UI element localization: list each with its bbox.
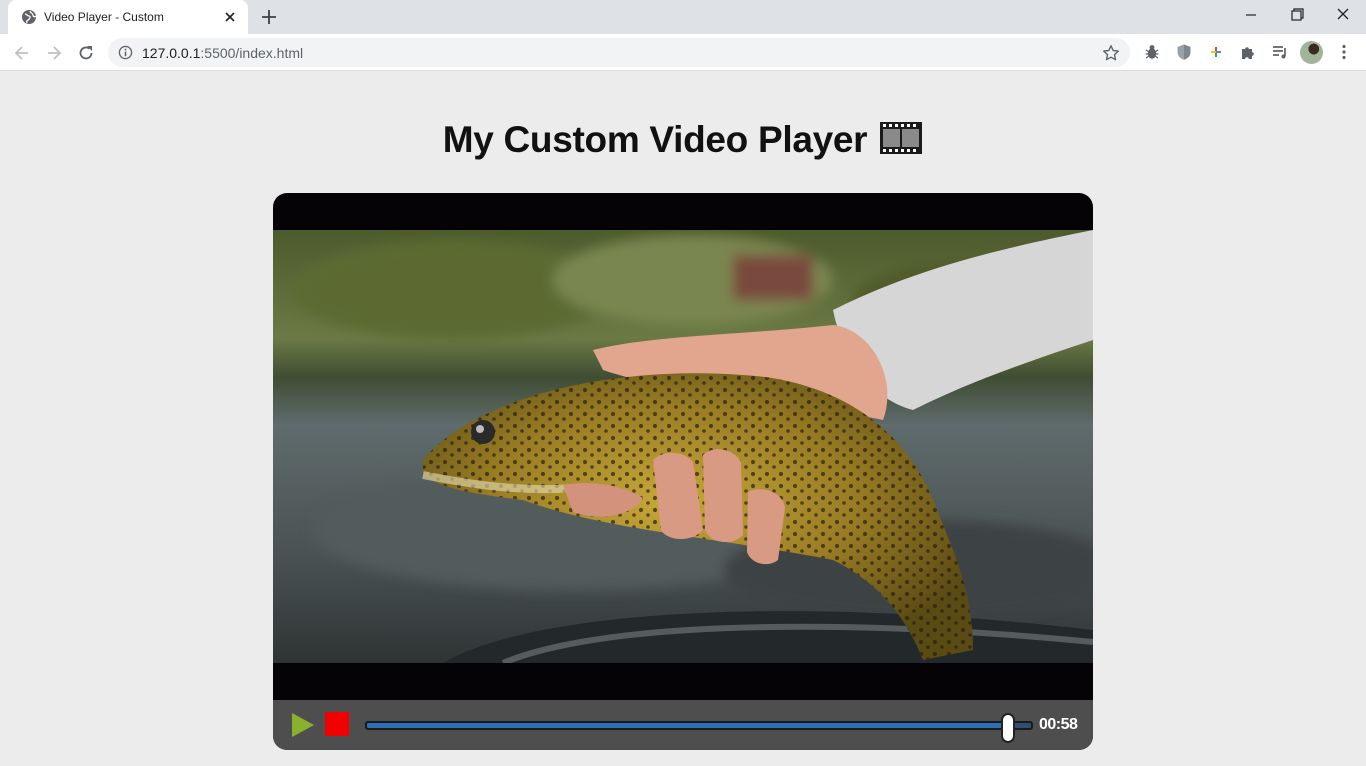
info-icon[interactable]	[118, 45, 133, 60]
tab-strip: Video Player - Custom	[0, 0, 1366, 34]
bug-extension-icon[interactable]	[1143, 43, 1161, 61]
reload-icon[interactable]	[76, 43, 96, 63]
video-player[interactable]: 00:58	[273, 193, 1093, 750]
kebab-menu-icon[interactable]	[1335, 43, 1353, 61]
current-time: 00:58	[1039, 716, 1078, 733]
close-icon[interactable]	[222, 9, 238, 25]
globe-icon	[22, 10, 37, 24]
url-text: 127.0.0.1:5500/index.html	[142, 45, 303, 61]
film-frames-icon	[880, 122, 923, 154]
minimize-icon[interactable]	[1240, 6, 1262, 26]
tab-title: Video Player - Custom	[44, 10, 164, 24]
stop-icon[interactable]	[325, 712, 349, 736]
progress-fill	[367, 723, 1008, 728]
reading-list-icon[interactable]	[1271, 43, 1289, 61]
progress-thumb[interactable]	[1000, 713, 1015, 743]
shield-extension-icon[interactable]	[1175, 43, 1193, 61]
play-icon[interactable]	[291, 712, 315, 738]
window-close-icon[interactable]	[1332, 6, 1354, 26]
video-frame[interactable]	[273, 230, 1093, 663]
address-bar[interactable]: 127.0.0.1:5500/index.html	[108, 38, 1130, 67]
progress-bar[interactable]	[365, 713, 1033, 743]
star-icon[interactable]	[1102, 44, 1120, 62]
puzzle-extensions-icon[interactable]	[1239, 43, 1257, 61]
url-host: 127.0.0.1	[142, 45, 201, 61]
page-title-text: My Custom Video Player	[442, 119, 868, 160]
forward-arrow-icon[interactable]	[44, 43, 64, 63]
url-path: :5500/index.html	[200, 45, 304, 61]
page-title: My Custom Video Player	[0, 119, 1366, 161]
back-arrow-icon[interactable]	[12, 43, 32, 63]
plus-icon[interactable]	[260, 8, 278, 26]
browser-tab[interactable]: Video Player - Custom	[8, 0, 248, 34]
video-controls: 00:58	[273, 700, 1093, 750]
browser-toolbar: 127.0.0.1:5500/index.html	[0, 34, 1366, 71]
restore-icon[interactable]	[1286, 6, 1308, 26]
plus-extension-icon[interactable]	[1207, 43, 1225, 61]
profile-avatar[interactable]	[1300, 41, 1323, 64]
